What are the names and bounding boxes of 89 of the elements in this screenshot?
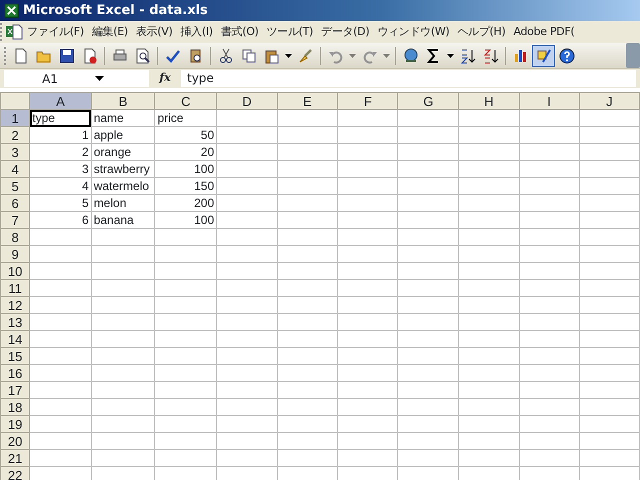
column-header[interactable]: J xyxy=(579,92,640,110)
row-header[interactable]: 21 xyxy=(0,450,30,466)
menu-item[interactable]: データ(D) xyxy=(317,21,374,43)
table-cell[interactable]: strawberry xyxy=(91,160,155,178)
row-header[interactable]: 13 xyxy=(0,314,30,330)
row-header[interactable]: 18 xyxy=(0,398,30,416)
table-cell[interactable]: 1 xyxy=(30,126,92,144)
menu-item[interactable]: Adobe PDF( xyxy=(509,21,578,43)
table-cell[interactable]: price xyxy=(154,110,217,126)
scissors-icon xyxy=(218,48,234,64)
row-header[interactable]: 5 xyxy=(0,178,30,194)
table-cell[interactable]: 200 xyxy=(154,194,217,212)
menu-item[interactable]: 書式(O) xyxy=(216,21,263,43)
copy-icon xyxy=(240,48,256,64)
row-header[interactable]: 9 xyxy=(0,246,30,262)
caret-icon[interactable] xyxy=(95,76,104,81)
magnifier-document-icon xyxy=(134,48,150,64)
table-cell[interactable]: orange xyxy=(91,144,155,160)
table-cell[interactable]: 5 xyxy=(30,194,92,212)
printer-icon xyxy=(112,48,128,64)
row-header[interactable]: 20 xyxy=(0,432,30,450)
table-cell[interactable]: type xyxy=(30,110,92,126)
caret-icon[interactable] xyxy=(285,54,292,58)
table-cell[interactable]: 50 xyxy=(154,126,217,144)
sort-ascending-icon xyxy=(460,48,476,64)
menu-item[interactable]: ウィンドウ(W) xyxy=(373,21,454,43)
column-header[interactable]: D xyxy=(216,92,278,110)
spreadsheet-app-icon xyxy=(4,3,19,18)
table-cell[interactable]: 3 xyxy=(30,160,92,178)
column-header[interactable]: F xyxy=(338,92,398,110)
row-header[interactable]: 8 xyxy=(0,228,30,246)
menu-item[interactable]: 編集(E) xyxy=(88,21,132,43)
row-header[interactable]: 4 xyxy=(0,160,30,178)
menu-item[interactable]: ヘルプ(H) xyxy=(453,21,510,43)
row-header[interactable]: 14 xyxy=(0,330,30,348)
brush-icon xyxy=(298,48,314,64)
function-button[interactable]: fx xyxy=(153,70,177,87)
toolbar-button[interactable] xyxy=(532,44,555,66)
caret-icon[interactable] xyxy=(447,54,454,58)
table-cell[interactable]: apple xyxy=(91,126,155,144)
row-header[interactable]: 3 xyxy=(0,144,30,160)
table-cell[interactable]: 150 xyxy=(154,178,217,194)
globe-icon xyxy=(402,48,418,64)
table-cell[interactable]: 100 xyxy=(154,160,217,178)
row-header[interactable]: 10 xyxy=(0,262,30,280)
column-header[interactable]: C xyxy=(154,92,217,110)
table-cell[interactable]: 4 xyxy=(30,178,92,194)
menu-item[interactable]: 表示(V) xyxy=(132,21,176,43)
clipboard-icon xyxy=(264,48,280,64)
column-header[interactable]: I xyxy=(519,92,580,110)
table-cell[interactable]: 2 xyxy=(30,144,92,160)
menu-item[interactable]: ツール(T) xyxy=(262,21,318,43)
row-header[interactable]: 6 xyxy=(0,194,30,212)
table-cell[interactable]: 100 xyxy=(154,212,217,228)
formula-field[interactable]: type xyxy=(181,70,636,87)
column-header[interactable]: A xyxy=(30,92,92,110)
table-cell[interactable]: banana xyxy=(91,212,155,228)
row-header[interactable]: 12 xyxy=(0,296,30,314)
corner-cell[interactable] xyxy=(0,92,30,110)
new-document-icon xyxy=(12,48,28,64)
row-header[interactable]: 15 xyxy=(0,348,30,364)
help-icon xyxy=(558,48,574,64)
table-cell[interactable]: melon xyxy=(91,194,155,212)
table-cell[interactable]: watermelo xyxy=(91,178,155,194)
menu-item[interactable]: 挿入(I) xyxy=(176,21,217,43)
sort-descending-icon xyxy=(482,48,498,64)
row-header[interactable]: 16 xyxy=(0,364,30,382)
bar-chart-icon xyxy=(512,48,528,64)
column-header[interactable]: B xyxy=(91,92,155,110)
row-header[interactable]: 2 xyxy=(0,126,30,144)
row-header[interactable]: 19 xyxy=(0,416,30,432)
row-header[interactable]: 11 xyxy=(0,280,30,296)
column-header[interactable]: H xyxy=(458,92,520,110)
table-cell[interactable]: name xyxy=(91,110,155,126)
row-header[interactable]: 1 xyxy=(0,110,30,126)
document-icon xyxy=(82,48,98,64)
menu-item[interactable]: ファイル(F) xyxy=(23,21,88,43)
column-header[interactable]: G xyxy=(398,92,459,110)
row-header[interactable]: 17 xyxy=(0,382,30,398)
row-header[interactable]: 22 xyxy=(0,466,30,480)
table-cell[interactable]: 20 xyxy=(154,144,217,160)
spreadsheet-document-icon[interactable] xyxy=(5,24,23,40)
check-mark-icon xyxy=(164,48,180,64)
drawing-shapes-icon xyxy=(536,48,552,64)
row-header[interactable]: 7 xyxy=(0,212,30,228)
table-cell[interactable]: 6 xyxy=(30,212,92,228)
book-icon xyxy=(188,48,204,64)
window-title: Microsoft Excel - data.xls xyxy=(23,2,208,20)
column-header[interactable]: E xyxy=(277,92,338,110)
